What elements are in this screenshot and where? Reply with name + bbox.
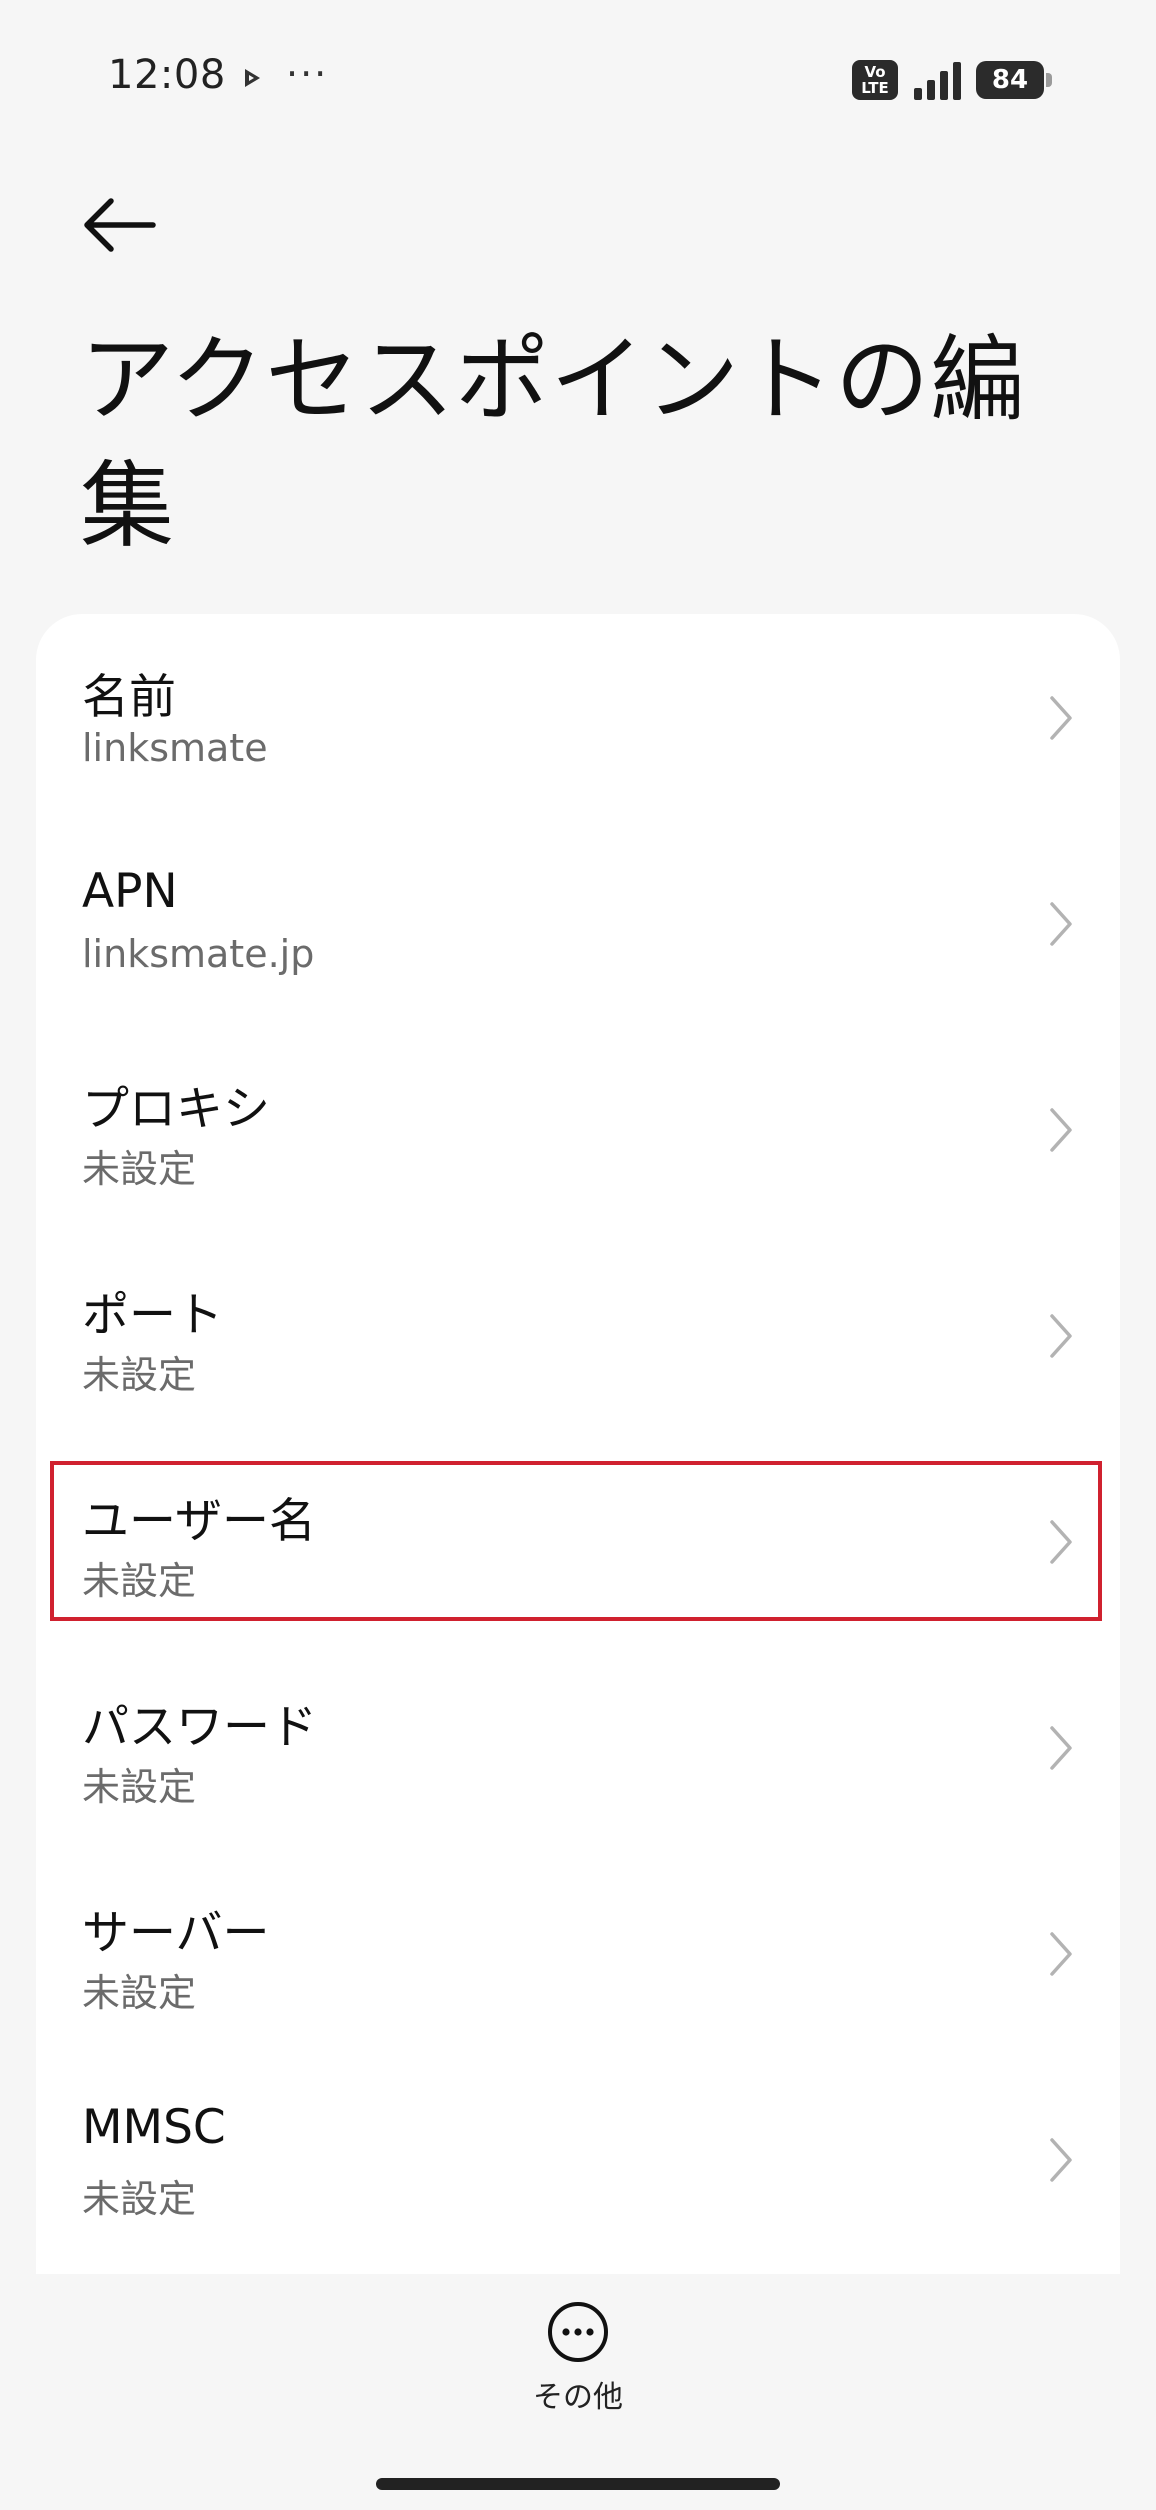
setting-value: 未設定 [82,1971,197,2015]
setting-row-password[interactable]: パスワード 未設定 [36,1644,1120,1850]
chevron-right-icon [1050,2138,1072,2182]
chevron-right-icon [1050,902,1072,946]
status-time: 12:08 [108,52,226,98]
setting-row-username[interactable]: ユーザー名 未設定 [36,1438,1120,1644]
setting-label: 名前 [82,670,176,725]
battery-icon: 84 [976,61,1052,99]
setting-value: 未設定 [82,1353,197,1397]
setting-value: 未設定 [82,1147,197,1191]
volte-bottom-label: LTE [861,79,889,97]
status-bar: 12:08 ··· Vo LTE 84 [0,0,1156,160]
chevron-right-icon [1050,1314,1072,1358]
setting-label: パスワード [82,1700,317,1755]
chevron-right-icon [1050,1108,1072,1152]
chevron-right-icon [1050,1520,1072,1564]
more-label: その他 [533,2380,623,2415]
page-title: アクセスポイントの編集 [80,326,1026,561]
volte-top-label: Vo [864,63,886,81]
setting-value: linksmate [82,726,268,770]
setting-label: プロキシ [82,1082,270,1137]
chevron-right-icon [1050,696,1072,740]
signal-strength-icon [914,62,961,100]
more-button[interactable]: その他 [500,2300,656,2430]
home-indicator[interactable] [376,2478,780,2490]
volte-icon: Vo LTE [852,60,898,100]
setting-value: linksmate.jp [82,932,315,976]
play-icon [245,69,260,87]
setting-label: サーバー [82,1906,270,1961]
back-button[interactable] [78,190,162,260]
setting-row-mmsc[interactable]: MMSC 未設定 [36,2056,1120,2262]
battery-level: 84 [991,65,1029,95]
setting-value: 未設定 [82,1559,197,1603]
status-indicators: Vo LTE 84 [852,58,1052,102]
back-arrow-icon [84,198,156,252]
setting-row-apn[interactable]: APN linksmate.jp [36,820,1120,1026]
more-circle-icon [548,2302,608,2362]
setting-label: ポート [82,1288,223,1343]
settings-card: 名前 linksmate APN linksmate.jp プロキシ 未設定 ポ… [36,614,1120,2274]
setting-label: ユーザー名 [82,1494,317,1549]
battery-tip [1046,73,1052,87]
setting-value: 未設定 [82,1765,197,1809]
setting-value: 未設定 [82,2177,197,2221]
more-notifications-icon: ··· [286,52,329,96]
setting-label: APN [82,864,178,919]
chevron-right-icon [1050,1726,1072,1770]
setting-row-port[interactable]: ポート 未設定 [36,1232,1120,1438]
chevron-right-icon [1050,1932,1072,1976]
setting-row-name[interactable]: 名前 linksmate [36,614,1120,820]
setting-label: MMSC [82,2100,226,2155]
setting-row-proxy[interactable]: プロキシ 未設定 [36,1026,1120,1232]
setting-row-server[interactable]: サーバー 未設定 [36,1850,1120,2056]
